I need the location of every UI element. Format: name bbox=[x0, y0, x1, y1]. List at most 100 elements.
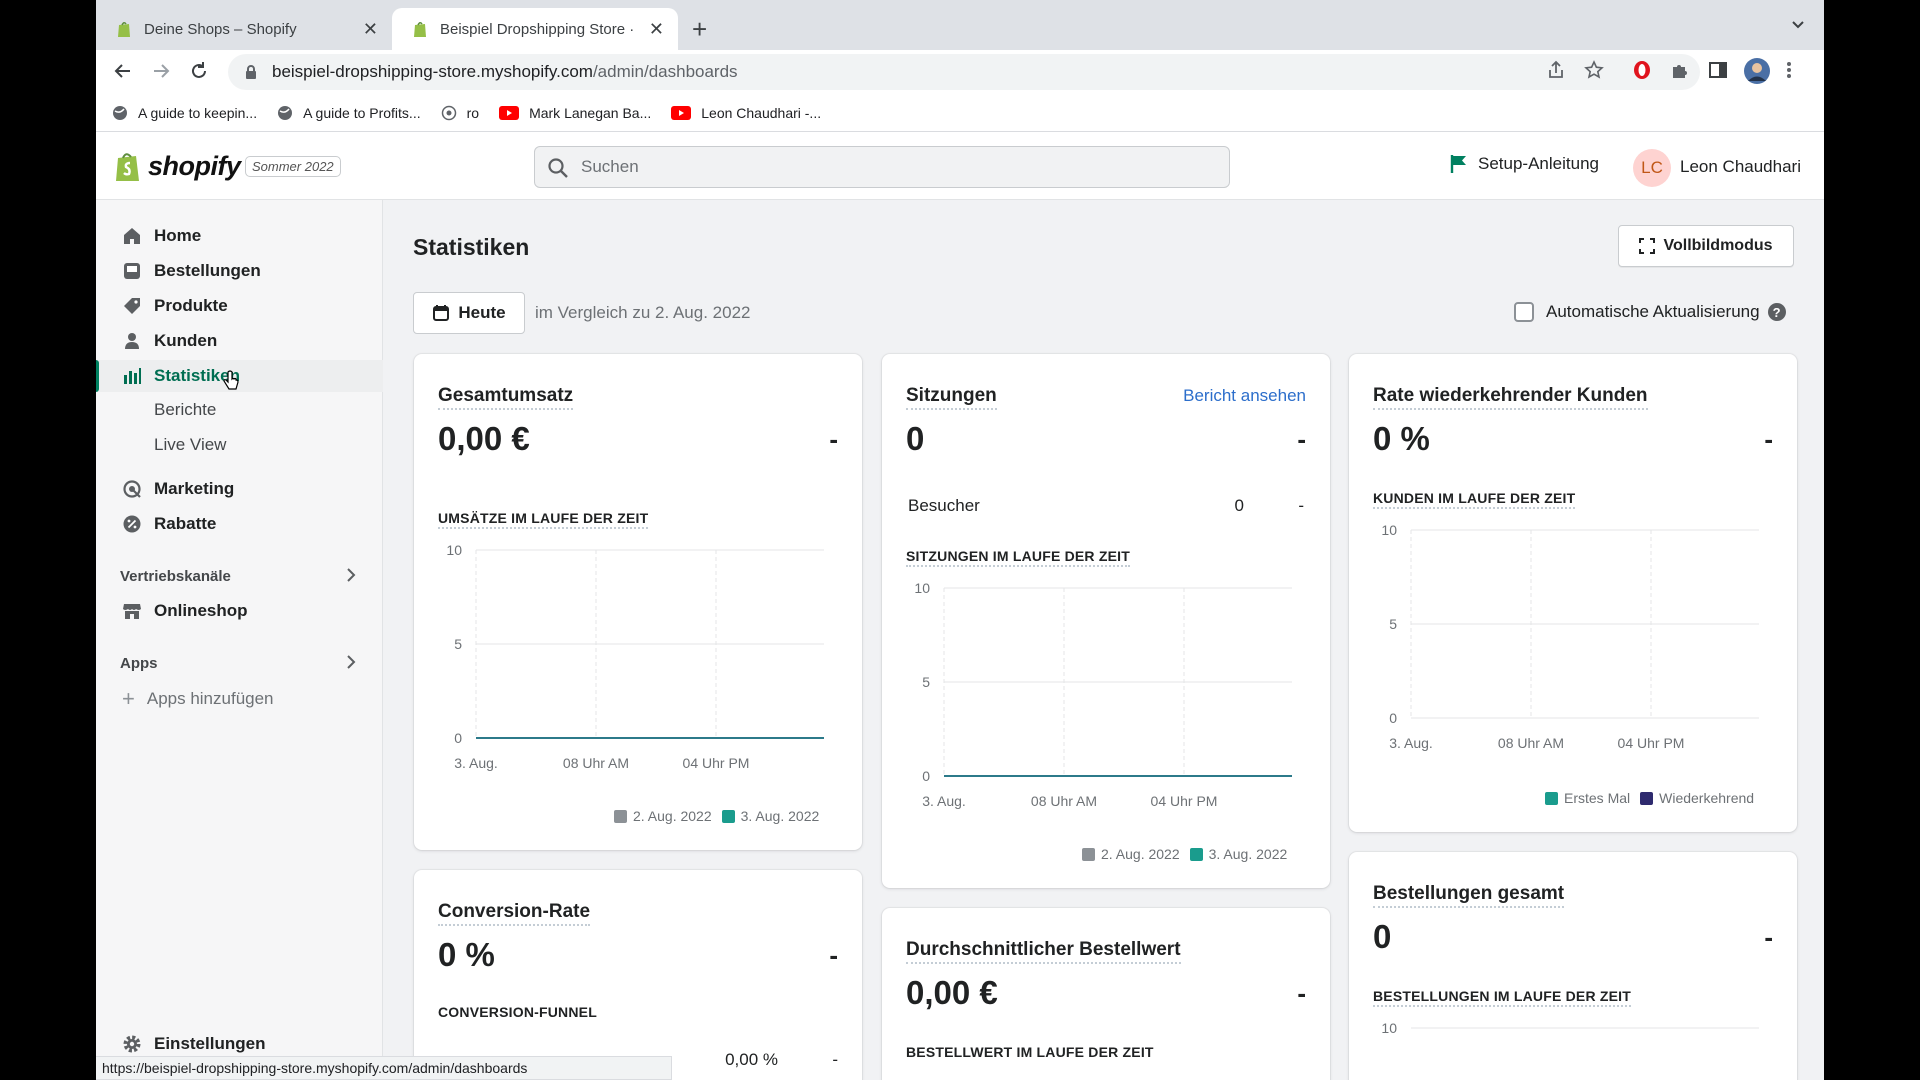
chart-legend: Erstes Mal Wiederkehrend bbox=[1545, 790, 1764, 806]
chart-title[interactable]: SITZUNGEN IM LAUFE DER ZEIT bbox=[906, 548, 1130, 567]
sidebar-item-label: Marketing bbox=[154, 479, 235, 498]
help-icon[interactable]: ? bbox=[1767, 303, 1786, 321]
chevron-right-icon[interactable] bbox=[344, 653, 358, 671]
sidebar-item-analytics[interactable]: Statistiken bbox=[96, 360, 383, 392]
bookmark-item[interactable]: Leon Chaudhari -... bbox=[671, 105, 821, 121]
legend-item[interactable]: 2. Aug. 2022 bbox=[1082, 846, 1180, 862]
sidebar-nav: Home Bestellungen Produkte Kunden Statis… bbox=[96, 200, 383, 1080]
sidebar-subitem-reports[interactable]: Berichte bbox=[154, 400, 216, 420]
sidebar-item-marketing[interactable]: Marketing bbox=[96, 473, 383, 505]
logo-text: shopify bbox=[148, 150, 241, 181]
side-panel-icon[interactable] bbox=[1708, 60, 1728, 80]
returning-customer-rate-card: Rate wiederkehrender Kunden 0 % - KUNDEN… bbox=[1349, 354, 1797, 832]
analytics-icon bbox=[124, 368, 141, 384]
sidebar-item-label: Rabatte bbox=[154, 514, 217, 533]
auto-refresh-toggle[interactable]: Automatische Aktualisierung ? bbox=[1514, 302, 1786, 322]
address-bar[interactable]: beispiel-dropshipping-store.myshopify.co… bbox=[228, 54, 1700, 90]
bookmark-item[interactable]: Mark Lanegan Ba... bbox=[499, 105, 651, 121]
bookmark-item[interactable]: A guide to Profits... bbox=[277, 105, 421, 121]
card-title[interactable]: Bestellungen gesamt bbox=[1373, 883, 1565, 908]
bookmark-star-icon[interactable] bbox=[1584, 60, 1604, 80]
sidebar-item-customers[interactable]: Kunden bbox=[96, 325, 383, 357]
screen: Deine Shops – Shopify ✕ Beispiel Dropshi… bbox=[96, 0, 1824, 1080]
profile-avatar-icon[interactable] bbox=[1744, 58, 1770, 84]
card-title[interactable]: Sitzungen bbox=[906, 385, 997, 410]
sidebar-item-home[interactable]: Home bbox=[96, 220, 383, 252]
bookmarks-bar: A guide to keepin... A guide to Profits.… bbox=[96, 94, 1824, 132]
new-tab-icon[interactable]: + bbox=[692, 14, 707, 44]
youtube-icon bbox=[671, 105, 692, 120]
shopify-favicon bbox=[414, 21, 426, 37]
card-change: - bbox=[1297, 424, 1306, 454]
card-title[interactable]: Gesamtumsatz bbox=[438, 385, 574, 410]
sidebar-item-settings[interactable]: Einstellungen bbox=[122, 1034, 265, 1054]
search-input[interactable]: Suchen bbox=[534, 146, 1230, 188]
edition-badge[interactable]: Sommer 2022 bbox=[245, 156, 341, 177]
chart-title[interactable]: UMSÄTZE IM LAUFE DER ZEIT bbox=[438, 510, 649, 529]
x-tick-label: 3. Aug. bbox=[1389, 735, 1433, 751]
legend-label: 3. Aug. 2022 bbox=[740, 808, 820, 824]
setup-guide-button[interactable]: Setup-Anleitung bbox=[1450, 154, 1599, 174]
chevron-right-icon[interactable] bbox=[344, 566, 358, 584]
sidebar-item-orders[interactable]: Bestellungen bbox=[96, 255, 383, 287]
share-icon[interactable] bbox=[1546, 60, 1566, 80]
visitors-row: Besucher 0 - bbox=[908, 496, 1304, 516]
sessions-card: Sitzungen Bericht ansehen 0 - Besucher 0… bbox=[882, 354, 1330, 888]
sidebar-item-discounts[interactable]: Rabatte bbox=[96, 508, 383, 540]
add-apps-button[interactable]: + Apps hinzufügen bbox=[122, 686, 274, 712]
browser-toolbar: beispiel-dropshipping-store.myshopify.co… bbox=[96, 50, 1824, 94]
x-tick-label: 08 Uhr AM bbox=[563, 755, 629, 771]
browser-menu-icon[interactable] bbox=[1786, 60, 1792, 80]
bookmark-item[interactable]: ro bbox=[441, 105, 479, 121]
auto-refresh-label: Automatische Aktualisierung bbox=[1546, 302, 1760, 321]
legend-item[interactable]: 2. Aug. 2022 bbox=[614, 808, 712, 824]
chart-legend: 2. Aug. 2022 3. Aug. 2022 bbox=[1082, 846, 1297, 862]
legend-item[interactable]: 3. Aug. 2022 bbox=[1189, 846, 1287, 862]
tab-search-chevron-icon[interactable] bbox=[1790, 16, 1806, 32]
date-range-button[interactable]: Heute bbox=[413, 292, 525, 334]
legend-item[interactable]: 3. Aug. 2022 bbox=[721, 808, 820, 824]
reload-icon[interactable] bbox=[188, 60, 210, 82]
globe-icon bbox=[441, 105, 456, 120]
close-tab-icon[interactable]: ✕ bbox=[649, 19, 664, 40]
user-avatar[interactable]: LC bbox=[1633, 149, 1671, 187]
person-icon bbox=[125, 333, 139, 349]
card-value: 0 % bbox=[438, 936, 495, 973]
opera-extension-icon[interactable] bbox=[1632, 60, 1652, 80]
legend-item[interactable]: Erstes Mal bbox=[1545, 790, 1630, 806]
card-title[interactable]: Rate wiederkehrender Kunden bbox=[1373, 385, 1648, 410]
legend-item[interactable]: Wiederkehrend bbox=[1640, 790, 1754, 806]
close-tab-icon[interactable]: ✕ bbox=[363, 19, 378, 40]
chart-title[interactable]: BESTELLUNGEN IM LAUFE DER ZEIT bbox=[1373, 988, 1631, 1007]
extensions-puzzle-icon[interactable] bbox=[1670, 60, 1690, 80]
y-tick-label: 5 bbox=[1389, 616, 1397, 632]
view-report-link[interactable]: Bericht ansehen bbox=[1183, 386, 1306, 406]
shopify-topbar: shopify Sommer 2022 Suchen Setup-Anleitu… bbox=[96, 132, 1824, 200]
auto-refresh-checkbox[interactable] bbox=[1514, 302, 1534, 322]
fullscreen-icon bbox=[1639, 238, 1656, 254]
conversion-rate-card: Conversion-Rate 0 % - CONVERSION-FUNNEL … bbox=[414, 870, 862, 1080]
forward-icon[interactable] bbox=[150, 60, 172, 82]
y-tick-label: 0 bbox=[922, 768, 930, 784]
sidebar-item-label: Bestellungen bbox=[154, 261, 261, 280]
bookmark-label: A guide to Profits... bbox=[303, 104, 421, 121]
browser-tab[interactable]: Deine Shops – Shopify ✕ bbox=[96, 8, 392, 50]
bookmark-item[interactable]: A guide to keepin... bbox=[112, 105, 257, 121]
sales-channels-section[interactable]: Vertriebskanäle bbox=[120, 568, 356, 585]
browser-tab-active[interactable]: Beispiel Dropshipping Store · S ✕ bbox=[392, 8, 678, 50]
back-icon[interactable] bbox=[112, 60, 134, 82]
chart-title[interactable]: KUNDEN IM LAUFE DER ZEIT bbox=[1373, 490, 1576, 509]
card-value: 0,00 € bbox=[438, 420, 530, 457]
user-name[interactable]: Leon Chaudhari bbox=[1680, 157, 1801, 177]
card-title[interactable]: Conversion-Rate bbox=[438, 901, 591, 926]
shopify-logo[interactable]: shopify bbox=[114, 150, 241, 182]
sidebar-subitem-live-view[interactable]: Live View bbox=[154, 435, 226, 455]
sidebar-item-online-store[interactable]: Onlineshop bbox=[96, 595, 383, 627]
discount-icon bbox=[123, 515, 141, 533]
fullscreen-button[interactable]: Vollbildmodus bbox=[1618, 225, 1794, 267]
page-title: Statistiken bbox=[413, 234, 530, 260]
card-change: - bbox=[1764, 424, 1773, 454]
apps-section[interactable]: Apps bbox=[120, 655, 356, 672]
card-title[interactable]: Durchschnittlicher Bestellwert bbox=[906, 939, 1181, 964]
sidebar-item-products[interactable]: Produkte bbox=[96, 290, 383, 322]
